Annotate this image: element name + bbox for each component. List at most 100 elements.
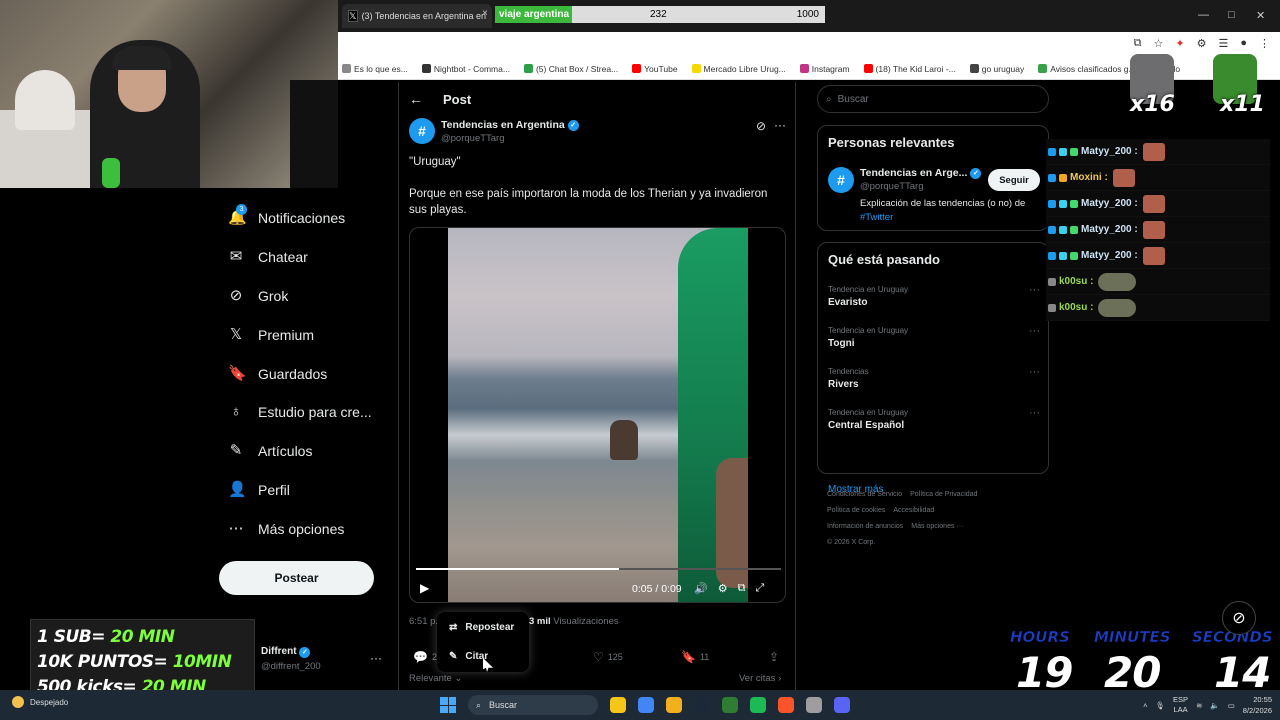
search-input[interactable]: ⌕ Buscar <box>817 85 1049 113</box>
profile-name[interactable]: Diffrent ✓ <box>261 646 311 658</box>
footer-link[interactable]: Política de Privacidad <box>910 491 977 498</box>
wifi-icon[interactable]: ≋ <box>1196 701 1202 710</box>
video-progress-bar[interactable] <box>416 568 781 570</box>
trend-item[interactable]: Tendencia en Uruguay Togni ··· <box>828 325 1040 349</box>
footer-link[interactable]: Más opciones ··· <box>911 523 963 530</box>
bookmark-item[interactable]: Es lo que es... <box>342 64 408 74</box>
post-time[interactable]: 6:51 p. <box>409 616 438 627</box>
author-handle[interactable]: @porqueTTarg <box>441 133 505 144</box>
post-header: ← Post <box>409 91 471 107</box>
bookmark-item[interactable]: Instagram <box>799 64 850 74</box>
bookmark-item[interactable]: YouTube <box>632 64 678 74</box>
back-arrow-icon[interactable]: ← <box>409 91 423 107</box>
trend-item[interactable]: Tendencia en Uruguay Central Español ··· <box>828 407 1040 431</box>
author-avatar[interactable]: # <box>409 118 435 144</box>
nav-item-grok[interactable]: ⊘ Grok <box>228 288 289 305</box>
weather-widget[interactable]: Despejado <box>12 696 68 708</box>
battery-icon[interactable]: ▭ <box>1228 701 1235 710</box>
taskbar-app-icon[interactable] <box>806 697 822 713</box>
bookmark-item[interactable]: (5) Chat Box / Strea... <box>523 64 618 74</box>
profile-avatar-icon[interactable]: ● <box>1240 37 1247 50</box>
relevant-avatar[interactable]: # <box>828 167 854 193</box>
volume-icon[interactable]: 🔈 <box>1210 701 1219 710</box>
grok-float-button[interactable]: ⊘ <box>1222 601 1256 635</box>
footer-link[interactable]: © 2026 X Corp. <box>827 539 875 546</box>
chat-message: Matyy_200 : <box>1046 243 1270 269</box>
nav-item-chat[interactable]: ✉ Chatear <box>228 249 308 266</box>
trend-more-icon[interactable]: ··· <box>1029 366 1040 378</box>
bookmark-item[interactable]: Mercado Libre Urug... <box>691 64 786 74</box>
bookmark-button[interactable]: 🔖 11 <box>681 650 709 664</box>
maximize-button[interactable]: □ <box>1228 9 1235 21</box>
browser-tab[interactable]: 𝕏 (3) Tendencias en Argentina en <box>342 4 492 28</box>
settings-icon[interactable]: ⚙ <box>718 582 728 595</box>
view-quotes-link[interactable]: Ver citas › <box>739 673 781 684</box>
trend-more-icon[interactable]: ··· <box>1029 325 1040 337</box>
author-name[interactable]: Tendencias en Argentina ✓ <box>441 119 579 131</box>
nav-item-label: Más opciones <box>258 521 345 537</box>
tab-close-icon[interactable]: × <box>482 8 488 19</box>
footer-link[interactable]: Información de anuncios <box>827 523 903 530</box>
quote-menu-item[interactable]: ✎ Citar <box>449 651 488 662</box>
nav-item-creator-studio[interactable]: ♁ Estudio para cre... <box>228 404 371 421</box>
chevron-up-icon[interactable]: ˄ <box>1143 701 1147 710</box>
windows-start-icon[interactable] <box>440 697 456 713</box>
menu-list-icon[interactable]: ☰ <box>1218 37 1228 50</box>
taskbar-app-icon[interactable] <box>694 697 710 713</box>
kebab-icon[interactable]: ⋮ <box>1259 37 1270 50</box>
install-icon[interactable]: ⧉ <box>1134 37 1142 50</box>
like-button[interactable]: ♡ 125 <box>593 650 623 664</box>
language-indicator[interactable]: ESP LAA <box>1173 695 1188 715</box>
trend-more-icon[interactable]: ··· <box>1029 407 1040 419</box>
taskbar-search[interactable]: ⌕ Buscar <box>468 695 598 715</box>
extension-icon[interactable]: ✦ <box>1175 37 1184 50</box>
minimize-button[interactable]: — <box>1198 9 1209 21</box>
nav-item-more-options[interactable]: ⋯ Más opciones <box>228 521 345 538</box>
taskbar-app-icon[interactable] <box>750 697 766 713</box>
taskbar-app-icon[interactable] <box>778 697 794 713</box>
nav-item-articles[interactable]: ✎ Artículos <box>228 443 313 460</box>
nav-item-profile[interactable]: 👤 Perfil <box>228 482 290 499</box>
post-meta: 6:51 p. 3 mil Visualizaciones <box>409 616 619 627</box>
nav-item-premium[interactable]: 𝕏 Premium <box>228 327 314 344</box>
bookmark-item[interactable]: (18) The Kid Laroi -... <box>863 64 956 74</box>
close-window-button[interactable]: ✕ <box>1256 9 1265 22</box>
star-icon[interactable]: ☆ <box>1154 37 1164 50</box>
trend-item[interactable]: Tendencia en Uruguay Evaristo ··· <box>828 284 1040 308</box>
trend-more-icon[interactable]: ··· <box>1029 284 1040 296</box>
taskbar-app-icon[interactable] <box>666 697 682 713</box>
taskbar-app-icon[interactable] <box>610 697 626 713</box>
more-icon[interactable]: ··· <box>774 118 786 132</box>
fullscreen-icon[interactable]: ⤢ <box>755 582 764 595</box>
play-icon[interactable]: ▶ <box>420 581 429 595</box>
chat-badge-icon <box>1048 173 1056 182</box>
nav-item-bookmarks[interactable]: 🔖 Guardados <box>228 366 327 383</box>
clock[interactable]: 20:55 8/2/2026 <box>1243 694 1272 716</box>
bookmark-item[interactable]: Avisos clasificados g... <box>1038 64 1136 74</box>
bookmark-item[interactable]: go uruguay <box>969 64 1024 74</box>
footer-link[interactable]: Accesibilidad <box>893 507 934 514</box>
trend-item[interactable]: Tendencias Rivers ··· <box>828 366 1040 390</box>
mic-icon[interactable]: 🎙 <box>1156 701 1166 710</box>
profile-more-icon[interactable]: ··· <box>370 651 382 665</box>
footer-link[interactable]: Política de cookies <box>827 507 885 514</box>
post-button[interactable]: Postear <box>219 561 374 595</box>
footer-link[interactable]: Condiciones de Servicio <box>827 491 902 498</box>
follow-button[interactable]: Seguir <box>988 169 1040 191</box>
taskbar-app-icon[interactable] <box>834 697 850 713</box>
grok-icon[interactable]: ⊘ <box>756 119 766 133</box>
repost-menu-item[interactable]: ⇄ Repostear <box>449 622 514 633</box>
webcam-feed <box>0 0 338 188</box>
puzzle-icon[interactable]: ⚙ <box>1197 37 1207 50</box>
relevant-name[interactable]: Tendencias en Arge... ✓ <box>860 167 982 179</box>
search-icon: ⌕ <box>826 93 832 105</box>
taskbar-app-icon[interactable] <box>638 697 654 713</box>
pip-icon[interactable]: ⧉ <box>738 582 746 595</box>
nav-item-notifications[interactable]: 🔔 Notificaciones 3 <box>228 204 345 226</box>
sort-replies-dropdown[interactable]: Relevante ⌄ <box>409 673 462 684</box>
bookmark-item[interactable]: Nightbot - Comma... <box>421 64 510 74</box>
volume-icon[interactable]: 🔊 <box>694 582 708 595</box>
taskbar-app-icon[interactable] <box>722 697 738 713</box>
share-button[interactable]: ⇪ <box>769 650 779 664</box>
video-player[interactable]: ▶ 0:05 / 0:09 🔊 ⚙ ⧉ ⤢ <box>409 227 786 603</box>
